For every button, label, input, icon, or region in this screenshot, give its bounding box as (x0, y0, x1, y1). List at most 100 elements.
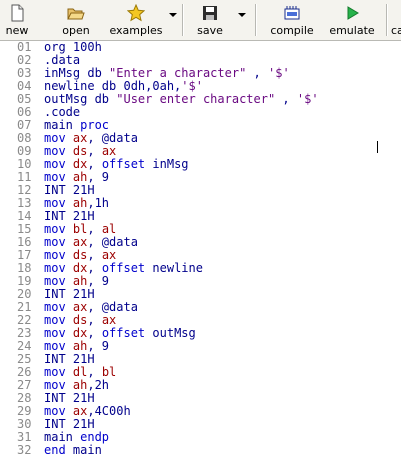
code-token: , (87, 248, 102, 262)
examples-label: examples (109, 24, 163, 37)
code-token: "Enter a character" (109, 66, 247, 80)
code-token: INT 21H (44, 209, 95, 223)
code-token: mov (44, 235, 73, 249)
open-label: open (62, 24, 90, 37)
code-token: dl (72, 365, 88, 379)
code-token: ax (101, 144, 117, 158)
save-dropdown-arrow-icon[interactable] (238, 13, 246, 17)
toolbar-separator (386, 4, 387, 36)
code-token: , 9 (87, 170, 110, 184)
code-token: mov (44, 378, 73, 392)
floppy-disk-icon (201, 4, 219, 22)
code-token: dx (72, 261, 88, 275)
code-token: INT 21H (44, 352, 95, 366)
code-token: mov (44, 261, 73, 275)
new-label: new (5, 24, 29, 37)
code-token: main (44, 118, 81, 132)
code-token: outMsg (145, 326, 196, 340)
code-token: ax (72, 300, 88, 314)
code-token: '$' (296, 92, 319, 106)
code-token: , @data (87, 131, 138, 145)
code-token: INT 21H (44, 287, 95, 301)
code-token: , (275, 92, 297, 106)
code-token: ah (72, 170, 88, 184)
star-icon (126, 3, 146, 22)
code-token: ds (72, 144, 88, 158)
toolbar-separator (255, 4, 256, 36)
calculator-button[interactable]: ca (391, 0, 401, 38)
code-token: , (87, 365, 102, 379)
code-token: ax (72, 404, 88, 418)
code-token: endp (80, 430, 110, 444)
code-token: , (87, 144, 102, 158)
open-folder-icon (67, 4, 85, 22)
code-token: ax (101, 248, 117, 262)
code-token: inMsg (145, 157, 189, 171)
code-token: dx (72, 157, 88, 171)
code-token: ,4C00h (87, 404, 131, 418)
code-token: , 9 (87, 339, 110, 353)
code-token: newline (145, 261, 203, 275)
examples-button[interactable]: examples (106, 0, 166, 38)
code-token: ah (72, 274, 88, 288)
play-icon (343, 4, 361, 22)
code-token: ,2h (87, 378, 110, 392)
code-token: mov (44, 144, 73, 158)
code-token: mov (44, 300, 73, 314)
code-token: mov (44, 222, 73, 236)
code-token: '$' (268, 66, 290, 80)
code-token: .data (44, 53, 81, 67)
code-token: , (87, 261, 102, 275)
compile-button[interactable]: compile (264, 0, 320, 38)
code-token: main (44, 430, 81, 444)
code-token: dx (72, 326, 88, 340)
code-token: mov (44, 313, 73, 327)
open-button[interactable]: open (54, 0, 98, 38)
code-lines: 01 org 100h 02 .data 03 inMsg db "Enter a cha… (0, 41, 319, 457)
code-line[interactable]: 32 end main (0, 444, 319, 457)
code-token: , (87, 222, 102, 236)
code-token: ah (72, 378, 88, 392)
code-token: al (101, 222, 117, 236)
save-button[interactable]: save (193, 0, 227, 38)
text-caret (377, 141, 378, 153)
code-token: , (246, 66, 268, 80)
code-token: ax (72, 131, 88, 145)
code-token: offset (101, 326, 146, 340)
examples-dropdown-arrow-icon[interactable] (169, 13, 177, 17)
code-token: ah (72, 196, 88, 210)
code-token: , 9 (87, 274, 110, 288)
code-token: INT 21H (44, 391, 95, 405)
emulate-button[interactable]: emulate (324, 0, 380, 38)
code-token: INT 21H (44, 417, 95, 431)
code-token: mov (44, 170, 73, 184)
compile-label: compile (270, 24, 314, 37)
emulate-label: emulate (329, 24, 375, 37)
calculator-label: ca (391, 24, 401, 37)
code-token: mov (44, 248, 73, 262)
code-token: mov (44, 157, 73, 171)
new-file-icon (8, 4, 26, 22)
code-editor[interactable]: 01 org 100h 02 .data 03 inMsg db "Enter a cha… (0, 41, 401, 457)
code-token: mov (44, 196, 73, 210)
code-token: end (44, 443, 66, 457)
code-token: inMsg db (44, 66, 110, 80)
code-token: , (87, 313, 102, 327)
code-token: bl (101, 365, 117, 379)
code-token: outMsg db (44, 92, 117, 106)
calculator-icon (391, 4, 401, 22)
code-token: main (65, 443, 102, 457)
code-token: mov (44, 339, 73, 353)
code-token: bl (72, 222, 88, 236)
code-token: ds (72, 313, 88, 327)
code-token: org 100h (44, 40, 102, 54)
code-token: mov (44, 131, 73, 145)
code-token: mov (44, 274, 73, 288)
code-token: , @data (87, 300, 138, 314)
code-token: offset (101, 157, 146, 171)
new-button[interactable]: new (2, 0, 32, 38)
code-token: offset (101, 261, 146, 275)
code-token: INT 21H (44, 183, 95, 197)
code-token: ax (72, 235, 88, 249)
code-token: , (87, 157, 102, 171)
